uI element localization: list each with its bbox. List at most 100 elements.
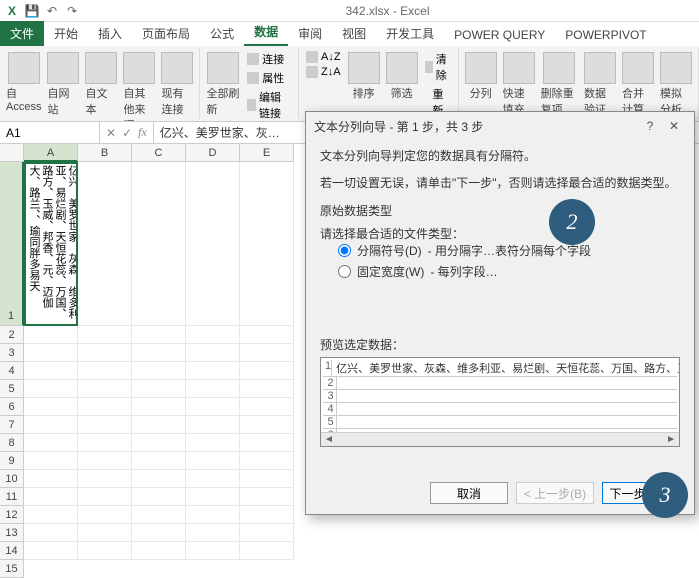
cell[interactable] <box>240 488 294 506</box>
cell[interactable] <box>240 470 294 488</box>
cell[interactable] <box>132 434 186 452</box>
cell[interactable] <box>186 524 240 542</box>
cell[interactable] <box>186 380 240 398</box>
redo-icon[interactable]: ↷ <box>64 3 80 19</box>
existing-conn-button[interactable]: 现有连接 <box>159 50 195 119</box>
radio-fixed-width[interactable]: 固定宽度(W) - 每列字段… <box>338 263 680 280</box>
refresh-all-button[interactable]: 全部刷新 <box>204 50 242 119</box>
cell[interactable] <box>132 452 186 470</box>
tab-insert[interactable]: 插入 <box>88 21 132 46</box>
cell[interactable] <box>132 488 186 506</box>
sort-desc-button[interactable]: Z↓A <box>303 65 344 79</box>
cell[interactable] <box>24 488 78 506</box>
cell[interactable] <box>186 398 240 416</box>
col-header[interactable]: E <box>240 144 294 162</box>
tab-home[interactable]: 开始 <box>44 21 88 46</box>
col-header[interactable]: B <box>78 144 132 162</box>
cell[interactable] <box>78 542 132 560</box>
cell[interactable] <box>186 416 240 434</box>
clear-button[interactable]: 清除 <box>422 50 454 84</box>
row-header[interactable]: 14 <box>0 542 24 560</box>
tab-powerquery[interactable]: POWER QUERY <box>444 24 555 46</box>
cell[interactable] <box>78 488 132 506</box>
cell[interactable] <box>240 416 294 434</box>
tab-file[interactable]: 文件 <box>0 21 44 46</box>
col-header[interactable]: D <box>186 144 240 162</box>
remove-dup-button[interactable]: 删除重复项 <box>539 50 580 119</box>
tab-formula[interactable]: 公式 <box>200 21 244 46</box>
row-header[interactable]: 8 <box>0 434 24 452</box>
cell-a1[interactable]: 亿兴、美罗世家、灰森、维多利亚、易烂剧、天恒花蕊、万国、路方、玉威、邦香、元、迈… <box>24 162 78 326</box>
from-web-button[interactable]: 自网站 <box>45 50 81 119</box>
cell[interactable] <box>78 344 132 362</box>
row-header[interactable]: 6 <box>0 398 24 416</box>
cell[interactable] <box>24 326 78 344</box>
help-icon[interactable]: ? <box>638 119 662 133</box>
cell[interactable] <box>186 506 240 524</box>
cell[interactable] <box>78 470 132 488</box>
row-header[interactable]: 1 <box>0 162 24 326</box>
cell[interactable] <box>186 452 240 470</box>
sort-asc-button[interactable]: A↓Z <box>303 50 344 64</box>
cell[interactable] <box>240 344 294 362</box>
data-validation-button[interactable]: 数据验证 <box>582 50 618 119</box>
name-box[interactable]: A1 <box>0 122 100 143</box>
cell[interactable] <box>240 506 294 524</box>
row-header[interactable]: 10 <box>0 470 24 488</box>
row-header[interactable]: 12 <box>0 506 24 524</box>
cell[interactable] <box>78 326 132 344</box>
col-header[interactable]: C <box>132 144 186 162</box>
tab-powerpivot[interactable]: POWERPIVOT <box>555 24 656 46</box>
row-header[interactable]: 3 <box>0 344 24 362</box>
cell[interactable] <box>78 362 132 380</box>
cell[interactable] <box>78 506 132 524</box>
edit-links-button[interactable]: 编辑链接 <box>244 88 294 122</box>
cell[interactable] <box>132 344 186 362</box>
from-other-button[interactable]: 自其他来源 <box>121 50 157 122</box>
save-icon[interactable]: 💾 <box>24 3 40 19</box>
cell[interactable] <box>240 162 294 326</box>
cell[interactable] <box>240 380 294 398</box>
cell[interactable] <box>78 162 132 326</box>
cell[interactable] <box>78 434 132 452</box>
cell[interactable] <box>24 506 78 524</box>
cell[interactable] <box>186 470 240 488</box>
undo-icon[interactable]: ↶ <box>44 3 60 19</box>
row-header[interactable]: 11 <box>0 488 24 506</box>
cell[interactable] <box>240 524 294 542</box>
row-header[interactable]: 7 <box>0 416 24 434</box>
cell[interactable] <box>132 162 186 326</box>
cell[interactable] <box>132 362 186 380</box>
cell[interactable] <box>24 470 78 488</box>
text-to-columns-button[interactable]: 分列 <box>463 50 499 103</box>
cell[interactable] <box>24 416 78 434</box>
properties-button[interactable]: 属性 <box>244 69 294 87</box>
radio-delimited-input[interactable] <box>338 244 351 257</box>
consolidate-button[interactable]: 合并计算 <box>620 50 656 119</box>
cell[interactable] <box>78 452 132 470</box>
whatif-button[interactable]: 模拟分析 <box>658 50 694 119</box>
row-header[interactable]: 2 <box>0 326 24 344</box>
tab-view[interactable]: 视图 <box>332 21 376 46</box>
cell[interactable] <box>240 398 294 416</box>
row-header[interactable]: 9 <box>0 452 24 470</box>
tab-review[interactable]: 审阅 <box>288 21 332 46</box>
cancel-button[interactable]: 取消 <box>430 482 508 504</box>
flash-fill-button[interactable]: 快速填充 <box>501 50 537 119</box>
filter-button[interactable]: 筛选 <box>384 50 420 103</box>
cell[interactable] <box>240 542 294 560</box>
from-access-button[interactable]: 自 Access <box>4 50 43 115</box>
cell[interactable] <box>132 326 186 344</box>
row-header[interactable]: 15 <box>0 560 24 578</box>
cell[interactable] <box>132 380 186 398</box>
cell[interactable] <box>24 344 78 362</box>
cell[interactable] <box>24 434 78 452</box>
preview-scrollbar[interactable]: ◄► <box>321 432 679 446</box>
cell[interactable] <box>24 398 78 416</box>
cell[interactable] <box>24 362 78 380</box>
cell[interactable] <box>186 344 240 362</box>
cell[interactable] <box>24 524 78 542</box>
cell[interactable] <box>240 434 294 452</box>
cell[interactable] <box>186 326 240 344</box>
cell[interactable] <box>132 524 186 542</box>
